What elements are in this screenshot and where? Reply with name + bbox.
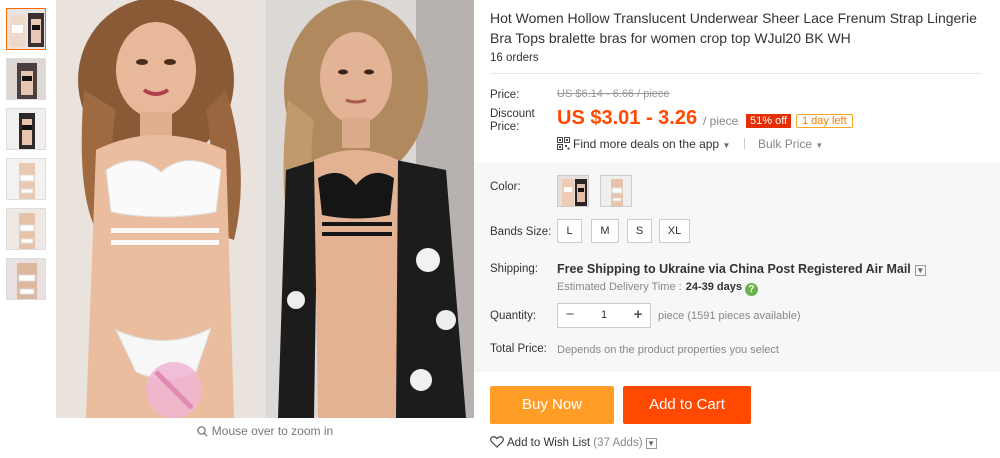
discount-badge: 51% off <box>746 114 792 128</box>
quantity-stepper: − 1 + <box>557 303 651 328</box>
thumbnail-list <box>6 8 50 308</box>
zoom-hint-text: Mouse over to zoom in <box>211 424 334 438</box>
discount-price: US $3.01 - 3.26 <box>557 107 698 129</box>
divider <box>490 73 982 74</box>
price-unit: / piece <box>703 114 739 128</box>
qr-code-icon <box>557 137 570 153</box>
product-page: Mouse over to zoom in Hot Women Hollow T… <box>0 0 1000 458</box>
add-to-cart-button[interactable]: Add to Cart <box>623 386 751 424</box>
quantity-input[interactable]: 1 <box>582 304 626 327</box>
color-label: Color: <box>490 181 521 193</box>
order-count: 16 orders <box>490 52 539 64</box>
deals-row: Find more deals on the app ▼ Bulk Price … <box>557 137 823 153</box>
zoom-hint: Mouse over to zoom in <box>56 424 474 440</box>
quantity-label: Quantity: <box>490 310 537 322</box>
stock-availability: piece (1591 pieces available) <box>658 310 801 322</box>
thumbnail-1[interactable] <box>6 8 46 50</box>
discount-label-line-1: Discount <box>490 108 535 120</box>
bulk-price-label: Bulk Price <box>758 137 813 151</box>
discount-label-line-2: Price: <box>490 121 520 133</box>
time-left-badge: 1 day left <box>796 114 853 128</box>
wishlist-link[interactable]: Add to Wish List <box>507 437 590 449</box>
shipping-method-text: Free Shipping to Ukraine via China Post … <box>557 262 911 276</box>
delivery-estimate: Estimated Delivery Time :24-39 days? <box>557 281 758 296</box>
wishlist-count: (37 Adds) <box>593 437 643 449</box>
thumbnail-3[interactable] <box>6 108 46 150</box>
size-label: Bands Size: <box>490 226 552 238</box>
thumbnail-5[interactable] <box>6 208 46 250</box>
main-product-image[interactable] <box>56 0 474 418</box>
divider <box>743 138 745 149</box>
total-price-label: Total Price: <box>490 343 547 355</box>
help-icon[interactable]: ? <box>744 283 758 296</box>
heart-icon <box>490 436 504 451</box>
size-option-xl[interactable]: XL <box>659 219 690 243</box>
app-deals-chevron-icon: ▼ <box>722 141 731 150</box>
color-option-white[interactable] <box>600 175 632 207</box>
thumbnail-2[interactable] <box>6 58 46 100</box>
app-deals-link[interactable]: Find more deals on the app <box>573 137 719 151</box>
chevron-down-icon[interactable]: ▼ <box>645 438 657 449</box>
price-label: Price: <box>490 89 520 101</box>
delivery-estimate-label: Estimated Delivery Time : <box>557 281 682 293</box>
total-price-note: Depends on the product properties you se… <box>557 344 779 356</box>
thumbnail-6[interactable] <box>6 258 46 300</box>
quantity-increase-button[interactable]: + <box>626 304 650 327</box>
search-icon <box>197 426 208 440</box>
quantity-decrease-button[interactable]: − <box>558 304 582 327</box>
size-option-m[interactable]: M <box>591 219 619 243</box>
bulk-price-link[interactable]: Bulk Price ▼ <box>758 137 823 151</box>
buy-now-button[interactable]: Buy Now <box>490 386 614 424</box>
chevron-down-icon[interactable]: ▼ <box>914 265 926 276</box>
product-title: Hot Women Hollow Translucent Underwear S… <box>490 10 977 46</box>
chevron-down-icon: ▼ <box>815 141 824 150</box>
size-option-s[interactable]: S <box>627 219 652 243</box>
size-option-l[interactable]: L <box>557 219 582 243</box>
original-price: US $6.14 - 6.66 / piece <box>557 88 670 100</box>
delivery-estimate-value: 24-39 days <box>685 281 742 293</box>
discount-price-label: Discount Price: <box>490 108 535 134</box>
shipping-label: Shipping: <box>490 263 538 275</box>
shipping-method[interactable]: Free Shipping to Ukraine via China Post … <box>557 262 926 276</box>
color-option-black[interactable] <box>557 175 589 207</box>
thumbnail-4[interactable] <box>6 158 46 200</box>
wishlist-row[interactable]: Add to Wish List (37 Adds) ▼ <box>490 436 657 451</box>
